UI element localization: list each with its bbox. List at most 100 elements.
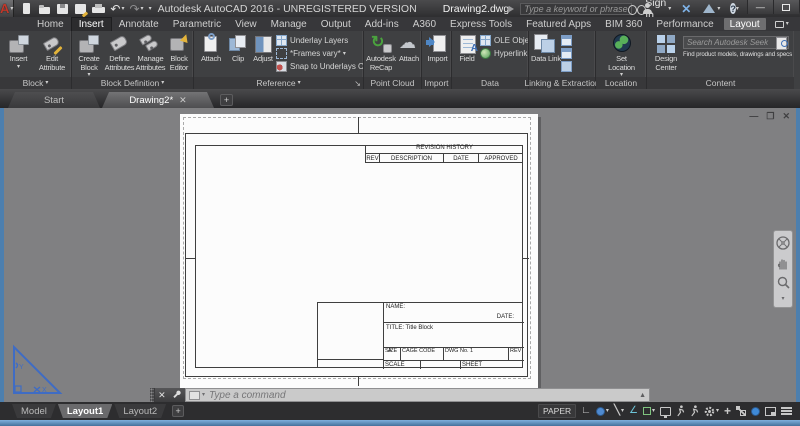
annotation-visibility-toggle[interactable]	[676, 405, 685, 417]
drawing-canvas[interactable]: — ❐ ✕ REVISION HISTORY REV DESCRIPTION D…	[0, 108, 800, 402]
edit-attribute-button[interactable]: Edit Attribute	[35, 33, 69, 72]
insert-block-button[interactable]: Insert ▾	[2, 33, 35, 70]
field-button[interactable]: Field	[454, 33, 480, 64]
viewport-close-icon[interactable]: ✕	[782, 111, 790, 122]
manage-attributes-button[interactable]: Manage Attributes	[135, 33, 166, 72]
chevron-down-icon[interactable]: ▾	[736, 6, 739, 12]
panel-title-data[interactable]: Data	[452, 77, 528, 89]
new-drawing-tab-button[interactable]: +	[220, 94, 233, 106]
file-tab-start[interactable]: Start	[8, 92, 100, 108]
infocenter-search-input[interactable]	[520, 2, 633, 15]
plot-icon[interactable]	[92, 3, 106, 15]
clean-screen-toggle[interactable]	[765, 406, 776, 416]
tab-add-ins[interactable]: Add-ins	[358, 17, 406, 31]
qat-customize-icon[interactable]: ▾	[149, 6, 152, 12]
tab-express-tools[interactable]: Express Tools	[443, 17, 519, 31]
define-attributes-button[interactable]: Define Attributes	[104, 33, 135, 72]
clip-button[interactable]: Clip	[226, 33, 250, 64]
snap-to-underlays-dropdown[interactable]: Snap to Underlays OFF ▾	[276, 60, 363, 73]
command-history-up-icon[interactable]: ▲	[639, 392, 646, 399]
tab-layout1[interactable]: Layout1	[58, 404, 112, 418]
seek-search-icon[interactable]	[775, 37, 788, 50]
pan-hand-icon[interactable]	[777, 257, 789, 270]
save-as-icon[interactable]	[74, 3, 87, 15]
open-file-icon[interactable]	[38, 3, 51, 15]
viewport-minimize-icon[interactable]: —	[749, 111, 758, 122]
tab-home[interactable]: Home	[30, 17, 71, 31]
application-menu-button[interactable]: A ▾	[0, 0, 15, 17]
panel-title-block[interactable]: Block ▾	[0, 77, 71, 89]
save-icon[interactable]	[56, 3, 69, 15]
tab-annotate[interactable]: Annotate	[112, 17, 166, 31]
minimize-button[interactable]: —	[746, 0, 773, 14]
chevron-down-icon[interactable]: ▾	[717, 6, 720, 12]
undo-button[interactable]: ↶ ▾	[110, 3, 124, 15]
extract-data-button[interactable]	[561, 60, 575, 73]
attach-button[interactable]: Attach	[196, 33, 226, 64]
panel-title-linking[interactable]: Linking & Extraction	[524, 77, 600, 89]
panel-title-content[interactable]: Content	[647, 77, 794, 89]
frames-dropdown[interactable]: *Frames vary* ▾	[276, 47, 363, 60]
viewport-restore-icon[interactable]: ❐	[766, 111, 774, 122]
ortho-toggle[interactable]: ∟	[581, 406, 591, 416]
file-tab-drawing2[interactable]: Drawing2* ✕	[102, 92, 214, 108]
panel-title-block-definition[interactable]: Block Definition ▾	[72, 77, 193, 89]
new-layout-button[interactable]: +	[172, 405, 185, 417]
underlay-layers-button[interactable]: Underlay Layers	[276, 34, 363, 47]
chevron-down-icon[interactable]: ▾	[668, 6, 671, 12]
tab-manage[interactable]: Manage	[264, 17, 314, 31]
attach-point-cloud-button[interactable]: ☁ Attach	[396, 33, 421, 64]
command-recent-icon[interactable]	[189, 390, 200, 400]
redo-button[interactable]: ↷ ▾	[129, 3, 143, 15]
tab-featured-apps[interactable]: Featured Apps	[519, 17, 598, 31]
create-block-button[interactable]: Create Block ▾	[74, 33, 104, 77]
graphics-performance-toggle[interactable]	[751, 406, 760, 416]
workspace-switching-button[interactable]: ▾	[704, 406, 719, 417]
panel-title-location[interactable]: Location	[596, 77, 646, 89]
object-snap-toggle[interactable]: ▾	[642, 407, 655, 415]
isometric-drafting-toggle[interactable]: ▾	[595, 406, 609, 416]
block-editor-button[interactable]: Block Editor	[166, 32, 192, 72]
tab-layout[interactable]: Layout	[723, 18, 766, 30]
tab-parametric[interactable]: Parametric	[166, 17, 228, 31]
hyperlink-button[interactable]: Hyperlink	[480, 47, 528, 60]
object-snap-tracking-toggle[interactable]: ∠	[629, 406, 638, 416]
infocenter-collapse-icon[interactable]	[509, 5, 517, 12]
download-from-source-button[interactable]	[561, 47, 575, 60]
isolate-objects-toggle[interactable]	[736, 406, 746, 416]
autodesk-recap-button[interactable]: ↻ Autodesk ReCap	[366, 33, 396, 72]
dialog-launcher-icon[interactable]: ↘	[354, 80, 361, 88]
tab-bim-360[interactable]: BIM 360	[598, 17, 649, 31]
restore-button[interactable]	[772, 0, 799, 14]
annotation-scale-add-button[interactable]: +	[724, 405, 731, 417]
zoom-icon[interactable]	[777, 276, 790, 289]
annotation-monitor-toggle[interactable]	[659, 406, 671, 418]
a360-icon[interactable]	[703, 4, 716, 13]
command-customize-wrench-icon[interactable]	[172, 390, 182, 400]
panel-title-point-cloud[interactable]: Point Cloud	[364, 77, 421, 89]
navbar-more-icon[interactable]: ▾	[781, 296, 784, 302]
tab-insert[interactable]: Insert	[70, 17, 112, 31]
customization-button[interactable]	[781, 407, 792, 415]
tab-output[interactable]: Output	[314, 17, 358, 31]
panel-title-import[interactable]: Import	[422, 77, 451, 89]
tab-view[interactable]: View	[228, 17, 264, 31]
close-tab-icon[interactable]: ✕	[179, 95, 187, 106]
design-center-button[interactable]: Design Center	[649, 33, 683, 72]
paper-space-toggle[interactable]: PAPER	[537, 404, 577, 418]
tab-layout2[interactable]: Layout2	[114, 404, 166, 418]
ole-object-button[interactable]: OLE Object	[480, 34, 528, 47]
new-file-icon[interactable]	[20, 2, 33, 15]
panel-title-reference[interactable]: Reference ▾ ↘	[194, 77, 363, 89]
ribbon-display-toggle[interactable]: ▾	[774, 17, 789, 31]
exchange-apps-icon[interactable]: ✕	[681, 3, 691, 15]
command-input[interactable]	[205, 389, 640, 401]
polar-tracking-toggle[interactable]: ╲ ▾	[614, 406, 624, 416]
seek-search-input[interactable]	[684, 38, 775, 47]
tab-performance[interactable]: Performance	[649, 17, 720, 31]
tab-model[interactable]: Model	[12, 404, 56, 418]
import-button[interactable]: Import	[424, 33, 451, 64]
set-location-button[interactable]: Set Location ▾	[603, 33, 641, 77]
tab-a360[interactable]: A360	[406, 17, 443, 31]
command-close-icon[interactable]: ✕	[158, 390, 166, 401]
